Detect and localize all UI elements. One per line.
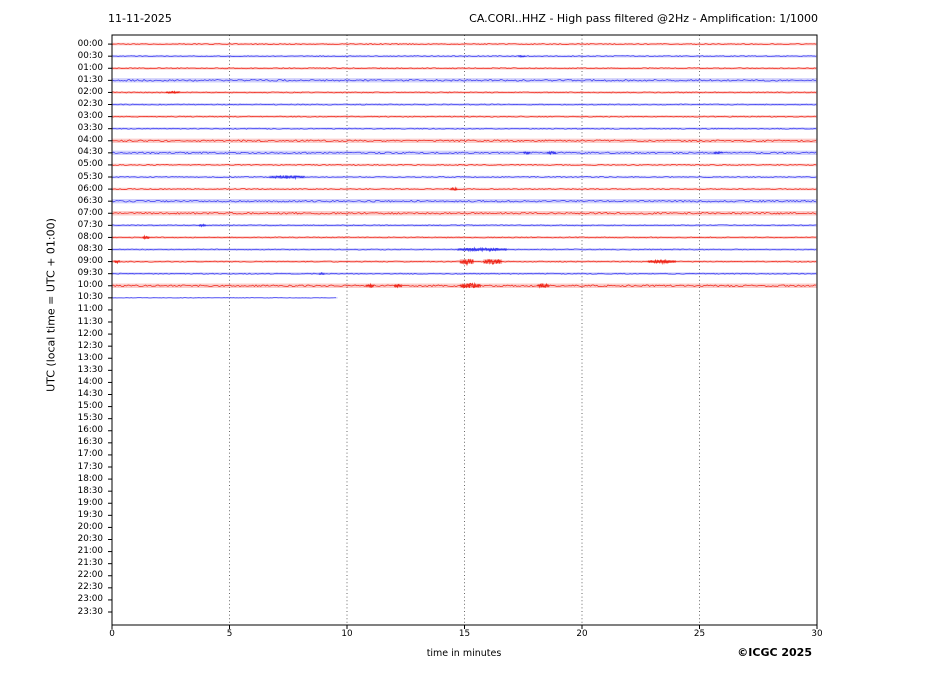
x-axis-label: time in minutes [426, 648, 502, 659]
y-tick-label: 14:00 [77, 376, 103, 387]
y-tick-label: 12:00 [77, 328, 103, 339]
y-tick-label: 05:30 [77, 171, 103, 182]
y-tick-label: 11:30 [77, 316, 103, 327]
y-tick-label: 13:00 [77, 352, 103, 363]
y-tick-label: 07:00 [77, 207, 103, 218]
y-tick-label: 14:30 [77, 389, 103, 399]
y-tick-label: 23:00 [77, 594, 103, 605]
x-tick-label: 10 [341, 629, 353, 639]
y-tick-label: 16:30 [77, 437, 103, 448]
y-tick-label: 02:00 [77, 86, 103, 97]
y-tick-label: 18:00 [77, 473, 103, 484]
y-tick-label: 17:00 [77, 449, 103, 460]
helicorder-plot [108, 34, 818, 629]
y-tick-label: 03:30 [77, 123, 103, 134]
y-tick-label: 10:00 [77, 280, 103, 291]
y-tick-label: 01:30 [77, 74, 103, 85]
y-tick-label: 07:30 [77, 219, 103, 230]
y-tick-label: 02:30 [77, 99, 103, 109]
y-tick-label: 22:30 [77, 582, 103, 593]
x-tick-label: 5 [226, 629, 233, 639]
y-tick-label: 19:00 [77, 497, 103, 508]
copyright: ©ICGC 2025 [737, 646, 812, 659]
y-tick-label: 16:00 [77, 425, 103, 436]
y-tick-label: 20:00 [77, 521, 103, 532]
y-tick-label: 01:00 [77, 62, 103, 73]
y-tick-label: 08:00 [77, 231, 103, 242]
y-tick-label: 06:30 [77, 195, 103, 206]
x-tick-label: 20 [576, 629, 588, 639]
y-tick-label: 21:00 [77, 546, 103, 557]
y-tick-label: 05:00 [77, 159, 103, 170]
x-tick-label: 30 [811, 629, 823, 639]
y-tick-label: 00:30 [77, 50, 103, 61]
y-tick-label: 13:30 [77, 364, 103, 375]
y-tick-label: 18:30 [77, 485, 103, 496]
y-tick-label: 04:00 [77, 135, 103, 146]
y-tick-label: 00:00 [77, 38, 103, 49]
helicorder-page: 11-11-2025 CA.CORI..HHZ - High pass filt… [0, 0, 927, 696]
y-tick-label: 09:00 [77, 256, 103, 267]
y-tick-label: 15:30 [77, 413, 103, 424]
y-tick-label: 06:00 [77, 183, 103, 194]
y-tick-label: 09:30 [77, 268, 103, 279]
y-tick-label: 12:30 [77, 340, 103, 351]
y-tick-label: 17:30 [77, 461, 103, 472]
y-tick-label: 22:00 [77, 570, 103, 581]
x-tick-label: 0 [109, 629, 115, 639]
y-tick-label: 08:30 [77, 244, 103, 254]
y-tick-label: 11:00 [77, 304, 103, 315]
x-tick-label: 15 [458, 629, 471, 639]
x-tick-label: 25 [693, 629, 706, 639]
y-tick-label: 20:30 [77, 534, 103, 544]
y-tick-label: 15:00 [77, 401, 103, 412]
y-tick-label: 04:30 [77, 147, 103, 158]
y-tick-label: 10:30 [77, 292, 103, 303]
y-tick-label: 03:00 [77, 111, 103, 122]
plot-frame [111, 34, 818, 626]
y-tick-label: 21:30 [77, 558, 103, 569]
y-tick-label: 23:30 [77, 606, 103, 617]
y-tick-label: 19:30 [77, 509, 103, 520]
